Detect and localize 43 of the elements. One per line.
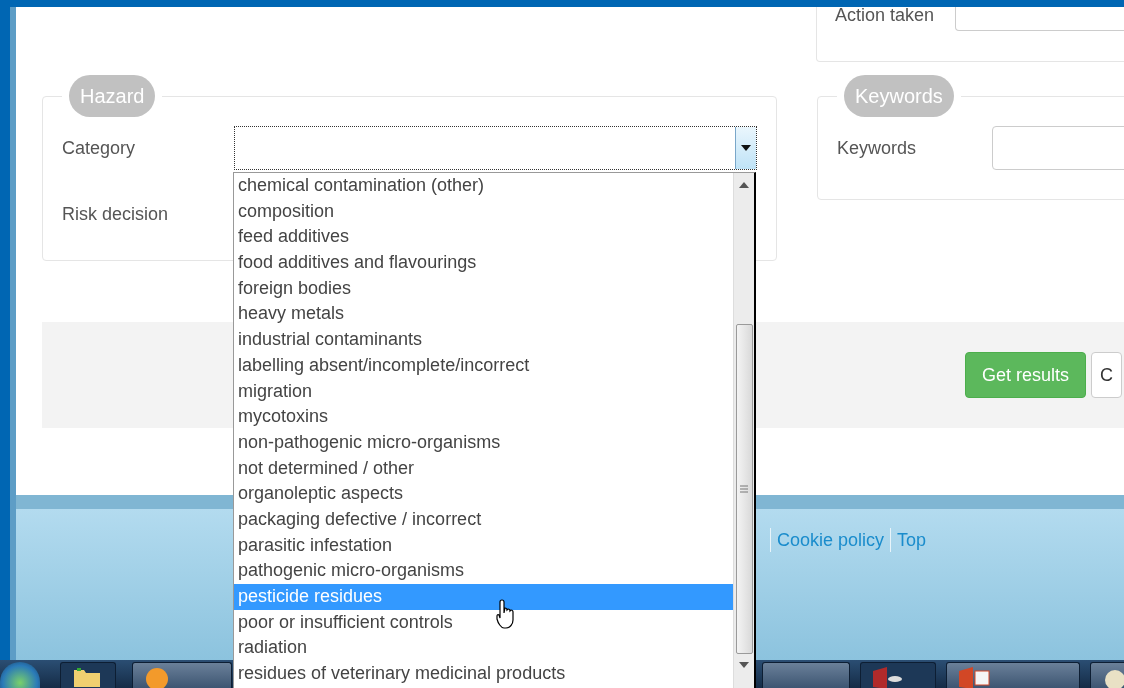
taskbar-button[interactable] xyxy=(946,662,1080,688)
taskbar-button[interactable] xyxy=(132,662,232,688)
dropdown-option[interactable]: packaging defective / incorrect xyxy=(234,506,733,533)
paint-app-icon xyxy=(1103,667,1124,688)
secondary-button[interactable]: C xyxy=(1091,352,1123,398)
grip-icon xyxy=(740,485,748,493)
dropdown-option[interactable]: heavy metals xyxy=(234,301,733,328)
dropdown-option[interactable]: migration xyxy=(234,378,733,405)
scroll-up-icon xyxy=(739,182,749,188)
dropdown-option[interactable]: foreign bodies xyxy=(234,275,733,302)
dropdown-option[interactable]: labelling absent/incomplete/incorrect xyxy=(234,352,733,379)
database-app-icon xyxy=(873,667,903,688)
dropdown-option[interactable]: chemical contamination (other) xyxy=(234,173,733,199)
section-legend: Hazard xyxy=(69,75,156,117)
category-select[interactable] xyxy=(234,126,757,170)
scroll-down-icon xyxy=(739,662,749,668)
folder-icon xyxy=(73,667,101,687)
dropdown-option[interactable]: food additives and flavourings xyxy=(234,250,733,276)
dropdown-option[interactable]: non-pathogenic micro-organisms xyxy=(234,429,733,456)
dropdown-option[interactable]: industrial contaminants xyxy=(234,327,733,353)
field-label: Action taken xyxy=(835,7,936,26)
field-label: Risk decision xyxy=(62,203,170,225)
dropdown-option[interactable]: composition xyxy=(234,198,733,225)
start-orb-icon[interactable] xyxy=(0,662,40,688)
taskbar-button[interactable] xyxy=(860,662,936,688)
input-field[interactable] xyxy=(992,126,1124,170)
presentation-app-icon xyxy=(959,667,991,688)
dropdown-option[interactable]: radiation xyxy=(234,635,733,662)
dropdown-arrow-icon xyxy=(741,145,751,151)
field-label: Category xyxy=(62,137,137,159)
dropdown-option[interactable]: mycotoxins xyxy=(234,404,733,430)
taskbar-button[interactable] xyxy=(60,662,116,688)
dropdown-option[interactable]: poor or insufficient controls xyxy=(234,609,733,636)
section-legend: Keywords xyxy=(844,75,954,117)
scrollbar[interactable] xyxy=(733,173,754,688)
dropdown-option[interactable]: parasitic infestation xyxy=(234,532,733,559)
input-field[interactable] xyxy=(955,7,1124,31)
field-label: Keywords xyxy=(837,137,918,159)
dropdown-option[interactable]: feed additives xyxy=(234,224,733,251)
dropdown-option[interactable]: residues of veterinary medicinal products xyxy=(234,661,733,687)
dropdown-option[interactable]: not determined / other xyxy=(234,455,733,482)
dropdown-option[interactable]: organoleptic aspects xyxy=(234,481,733,507)
dropdown-option[interactable]: pathogenic micro-organisms xyxy=(234,558,733,584)
